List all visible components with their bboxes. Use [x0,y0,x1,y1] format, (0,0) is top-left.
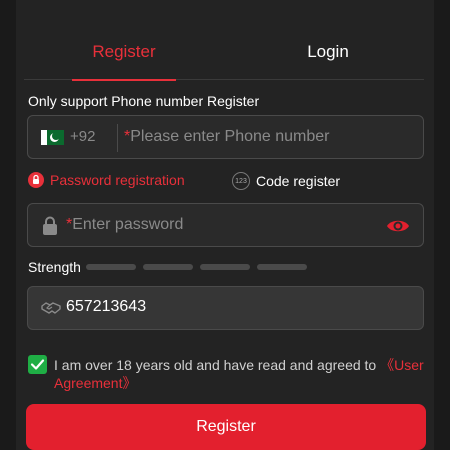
password-registration-label: Password registration [50,172,185,188]
code-123-icon: 123 [232,172,250,190]
register-hint: Only support Phone number Register [28,93,260,109]
handshake-icon [41,302,61,314]
code-register-label: Code register [256,173,341,189]
eye-icon[interactable] [386,216,410,236]
captcha-value[interactable]: 657213643 [66,298,146,316]
tab-login[interactable]: Login [276,42,380,80]
strength-segment [86,264,136,270]
captcha-field[interactable]: 657213643 [27,286,424,330]
lock-badge-icon [28,172,44,188]
agreement-checkbox[interactable] [28,355,47,374]
strength-label: Strength [28,259,81,275]
field-divider [117,124,118,152]
tab-register[interactable]: Register [72,42,176,81]
password-field[interactable]: *Enter password [27,203,424,247]
lock-icon [43,216,57,235]
country-code[interactable]: +92 [70,128,95,145]
password-placeholder[interactable]: *Enter password [66,216,183,234]
strength-segment [200,264,250,270]
strength-meter [86,264,307,270]
phone-placeholder[interactable]: *Please enter Phone number [124,128,329,146]
auth-tabs: Register Login [24,0,424,81]
agreement-text: I am over 18 years old and have read and… [54,357,424,391]
password-registration-option[interactable]: Password registration [28,172,185,188]
strength-segment [257,264,307,270]
phone-field[interactable]: +92 *Please enter Phone number [27,115,424,159]
strength-segment [143,264,193,270]
pakistan-flag-icon[interactable] [41,130,64,145]
register-button[interactable]: Register [26,404,426,450]
check-icon [30,359,45,370]
code-register-option[interactable]: 123 Code register [232,172,340,190]
